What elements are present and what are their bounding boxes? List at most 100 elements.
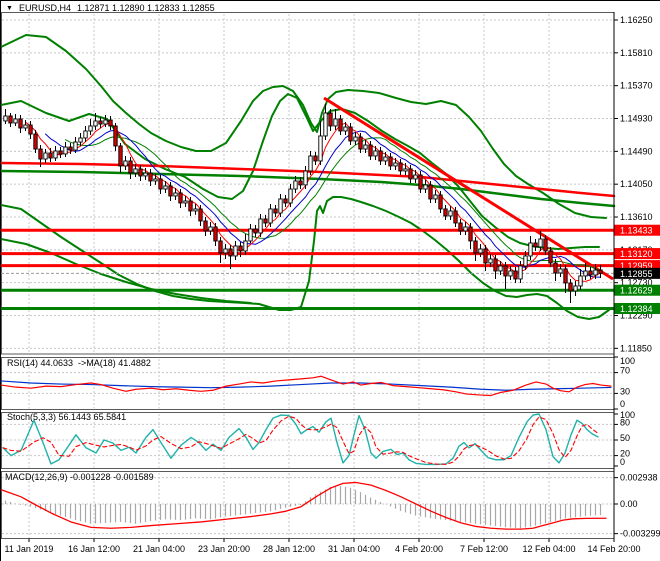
candle-body — [164, 186, 167, 189]
candle-body — [339, 119, 342, 131]
candle-body — [419, 175, 422, 189]
candle-body — [174, 193, 177, 196]
ohlc-readout: 1.12871 1.12890 1.12833 1.12855 — [77, 3, 215, 13]
price-axis-label: 1.14050 — [620, 179, 653, 189]
price-axis-label: 1.15370 — [620, 81, 653, 91]
candle-body — [309, 156, 312, 171]
candle-body — [599, 270, 602, 273]
indicator-axis-label: 30 — [620, 386, 630, 396]
candle-body — [269, 209, 272, 223]
candle-body — [529, 243, 532, 256]
macd-indicator-label: MACD(12,26,9) -0.001228 -0.001589 — [5, 472, 154, 482]
collapse-icon[interactable]: ▼ — [6, 4, 13, 13]
candle-body — [79, 138, 82, 142]
candle-body — [129, 161, 132, 173]
candle-body — [44, 153, 47, 159]
main-panel-frame — [2, 13, 615, 355]
candle-body — [404, 169, 407, 171]
thin-ma-red-line — [26, 122, 601, 281]
candle-body — [424, 185, 427, 189]
candle-body — [169, 186, 172, 196]
time-axis-label: 21 Jan 04:00 — [133, 544, 185, 554]
candle-body — [219, 241, 222, 253]
indicator-axis-label: 100 — [620, 356, 635, 366]
candle-body — [234, 246, 237, 256]
candle-body — [319, 136, 322, 161]
indicator-axis-label: 80 — [620, 417, 630, 427]
candle-body — [289, 189, 292, 203]
time-axis-label: 16 Jan 12:00 — [68, 544, 120, 554]
price-axis-label: 1.16250 — [620, 15, 653, 25]
candle-body — [84, 131, 87, 138]
candle-body — [24, 125, 27, 128]
candle-body — [414, 175, 417, 179]
candle-body — [524, 256, 527, 266]
candle-body — [239, 246, 242, 251]
stoch-indicator-label: Stoch(5,3,3) 56.1443 65.5841 — [7, 412, 126, 422]
candle-body — [224, 249, 227, 253]
candle-body — [504, 266, 507, 276]
candle-body — [554, 263, 557, 273]
indicator-axis-label: 70 — [620, 366, 630, 376]
candle-body — [274, 209, 277, 213]
price-axis-label: 1.11850 — [620, 343, 652, 353]
candle-body — [434, 195, 437, 199]
candle-body — [479, 249, 482, 253]
rsi-indicator-label: RSI(14) 44.0633 ->MA(18) 41.4882 — [7, 358, 151, 368]
candle-body — [364, 145, 367, 149]
symbol-timeframe-label: EURUSD,H4 — [19, 3, 71, 13]
candle-body — [69, 147, 72, 150]
candle-body — [509, 271, 512, 276]
candle-body — [49, 153, 52, 158]
candle-body — [4, 116, 7, 121]
candle-body — [589, 271, 592, 275]
candle-body — [39, 149, 42, 159]
candle-body — [134, 169, 137, 173]
candle-body — [304, 171, 307, 185]
candle-body — [444, 209, 447, 216]
candle-body — [484, 249, 487, 263]
candle-body — [89, 126, 92, 131]
candle-body — [119, 146, 122, 166]
candle-body — [344, 127, 347, 131]
candle-body — [394, 163, 397, 166]
candle-body — [499, 266, 502, 271]
price-badge-label: 1.12384 — [620, 304, 653, 314]
candle-body — [534, 243, 537, 247]
candle-body — [409, 169, 412, 179]
time-axis-label: 11 Jan 2019 — [5, 544, 54, 554]
rsi-line — [1, 376, 611, 395]
candle-body — [94, 121, 97, 126]
candle-body — [294, 181, 297, 189]
macd-axis-label: 0.00 — [620, 499, 638, 509]
candle-body — [99, 121, 102, 124]
price-axis-label: 1.14490 — [620, 146, 653, 156]
candle-body — [324, 113, 327, 136]
time-axis-label: 14 Feb 20:00 — [587, 544, 640, 554]
candle-body — [329, 113, 332, 126]
candle-body — [399, 163, 402, 171]
price-badge-label: 1.13120 — [620, 249, 653, 259]
candle-body — [594, 270, 597, 275]
indicator-axis-label: 0 — [620, 399, 625, 409]
candle-body — [584, 271, 587, 276]
candle-body — [139, 169, 142, 176]
candle-body — [109, 120, 112, 126]
candle-body — [439, 195, 442, 209]
candle-body — [389, 157, 392, 166]
macd-axis-label: 0.002938 — [620, 473, 658, 483]
candle-body — [299, 181, 302, 185]
candle-body — [579, 276, 582, 286]
candle-body — [569, 283, 572, 291]
candle-body — [124, 161, 127, 166]
candle-body — [314, 156, 317, 161]
chart-title-bar: ▼ EURUSD,H4 1.12871 1.12890 1.12833 1.12… — [6, 3, 215, 13]
candle-body — [149, 173, 152, 181]
candle-body — [29, 125, 32, 134]
candle-body — [349, 127, 352, 141]
candle-body — [249, 229, 252, 241]
time-axis-label: 31 Jan 04:00 — [328, 544, 380, 554]
candle-body — [564, 269, 567, 283]
candle-body — [574, 286, 577, 291]
time-axis-label: 12 Feb 04:00 — [522, 544, 575, 554]
